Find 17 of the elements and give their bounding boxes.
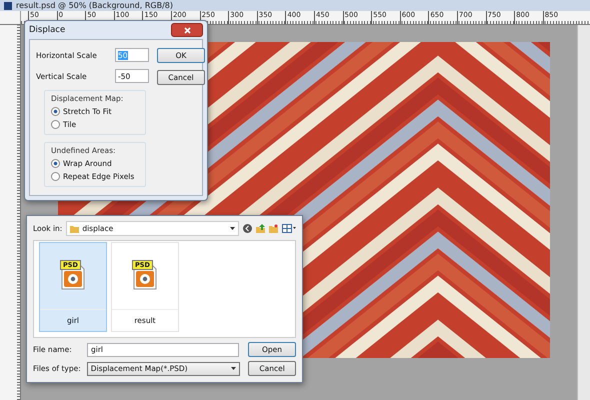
scrollbar[interactable] [577, 25, 590, 400]
close-button[interactable] [171, 23, 203, 37]
new-folder-icon[interactable] [269, 224, 278, 233]
radio-button[interactable] [51, 172, 60, 181]
radio-button[interactable] [51, 159, 60, 168]
caret-icon [230, 227, 235, 230]
document-title: result.psd @ 50% (Background, RGB/8) [16, 0, 173, 10]
radio-button[interactable] [51, 120, 60, 129]
folder-icon [70, 224, 80, 232]
up-folder-icon[interactable] [256, 224, 265, 233]
caret-icon [231, 367, 236, 370]
back-icon[interactable] [243, 224, 252, 233]
radio-button[interactable] [51, 107, 60, 116]
dialog-title: Displace [29, 25, 66, 35]
app-icon [4, 2, 12, 10]
view-menu-icon[interactable] [282, 224, 296, 233]
close-icon [184, 26, 190, 34]
